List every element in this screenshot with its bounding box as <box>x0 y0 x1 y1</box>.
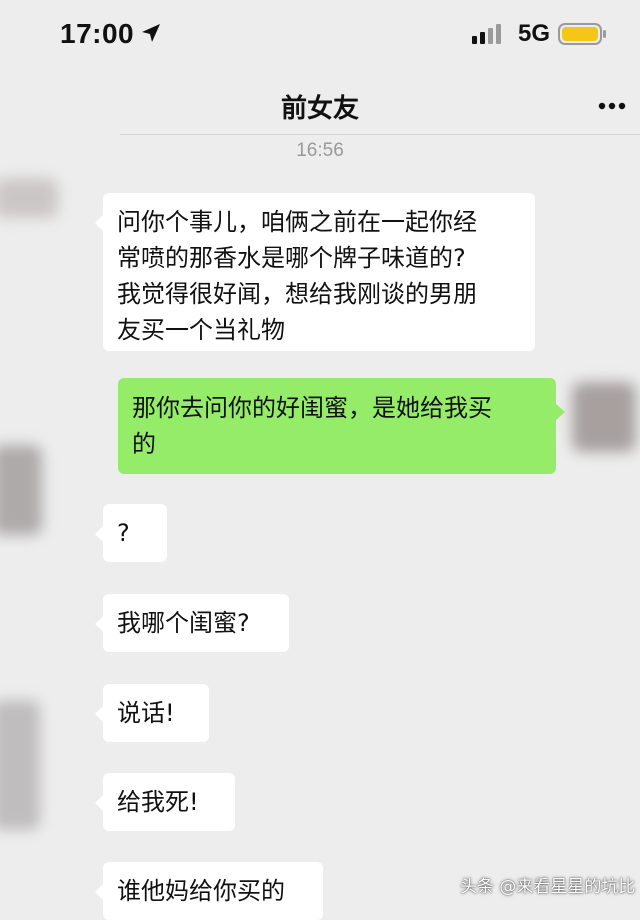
message-line: 说话! <box>117 699 175 727</box>
location-arrow-icon <box>142 24 160 42</box>
status-bar: 17:00 5G <box>0 0 640 70</box>
sender-avatar <box>0 445 42 535</box>
message-bubble-incoming[interactable]: 我哪个闺蜜? <box>95 594 289 652</box>
message-line: 友买一个当礼物 <box>117 316 285 344</box>
sender-avatar <box>0 700 40 830</box>
message-bubble-incoming[interactable]: 说话! <box>95 684 209 742</box>
message-line: ? <box>117 519 130 547</box>
sender-avatar <box>0 178 58 218</box>
message-line: 我觉得很好闻，想给我刚谈的男朋 <box>117 280 477 308</box>
chat-title: 前女友 <box>280 94 359 124</box>
message-bubble-incoming[interactable]: ? <box>95 504 167 562</box>
message-line: 那你去问你的好闺蜜，是她给我买 <box>132 394 492 422</box>
chat-timestamp: 16:56 <box>296 140 344 161</box>
message-line: 谁他妈给你买的 <box>117 877 285 905</box>
message-line: 给我死! <box>117 788 199 816</box>
message-line: 常喷的那香水是哪个牌子味道的? <box>117 244 466 272</box>
self-avatar <box>572 382 636 452</box>
network-type: 5G <box>518 20 551 47</box>
message-line: 的 <box>132 430 156 458</box>
signal-icon <box>472 24 501 44</box>
message-line: 我哪个闺蜜? <box>117 609 250 637</box>
message-bubble-incoming[interactable]: 谁他妈给你买的 <box>95 862 323 920</box>
watermark: 头条 @来看星星的坑比 <box>460 877 636 897</box>
message-bubble-incoming[interactable]: 给我死! <box>95 773 235 831</box>
message-bubble-outgoing[interactable]: 那你去问你的好闺蜜，是她给我买 的 <box>118 378 565 474</box>
message-line: 问你个事儿，咱俩之前在一起你经 <box>117 208 477 236</box>
more-dots-icon[interactable] <box>592 96 632 116</box>
status-time: 17:00 <box>60 18 135 49</box>
battery-icon <box>558 23 606 45</box>
header-divider <box>120 134 640 135</box>
chat-header: 前女友 <box>0 70 640 134</box>
message-bubble-incoming[interactable]: 问你个事儿，咱俩之前在一起你经 常喷的那香水是哪个牌子味道的? 我觉得很好闻，想… <box>95 193 535 351</box>
